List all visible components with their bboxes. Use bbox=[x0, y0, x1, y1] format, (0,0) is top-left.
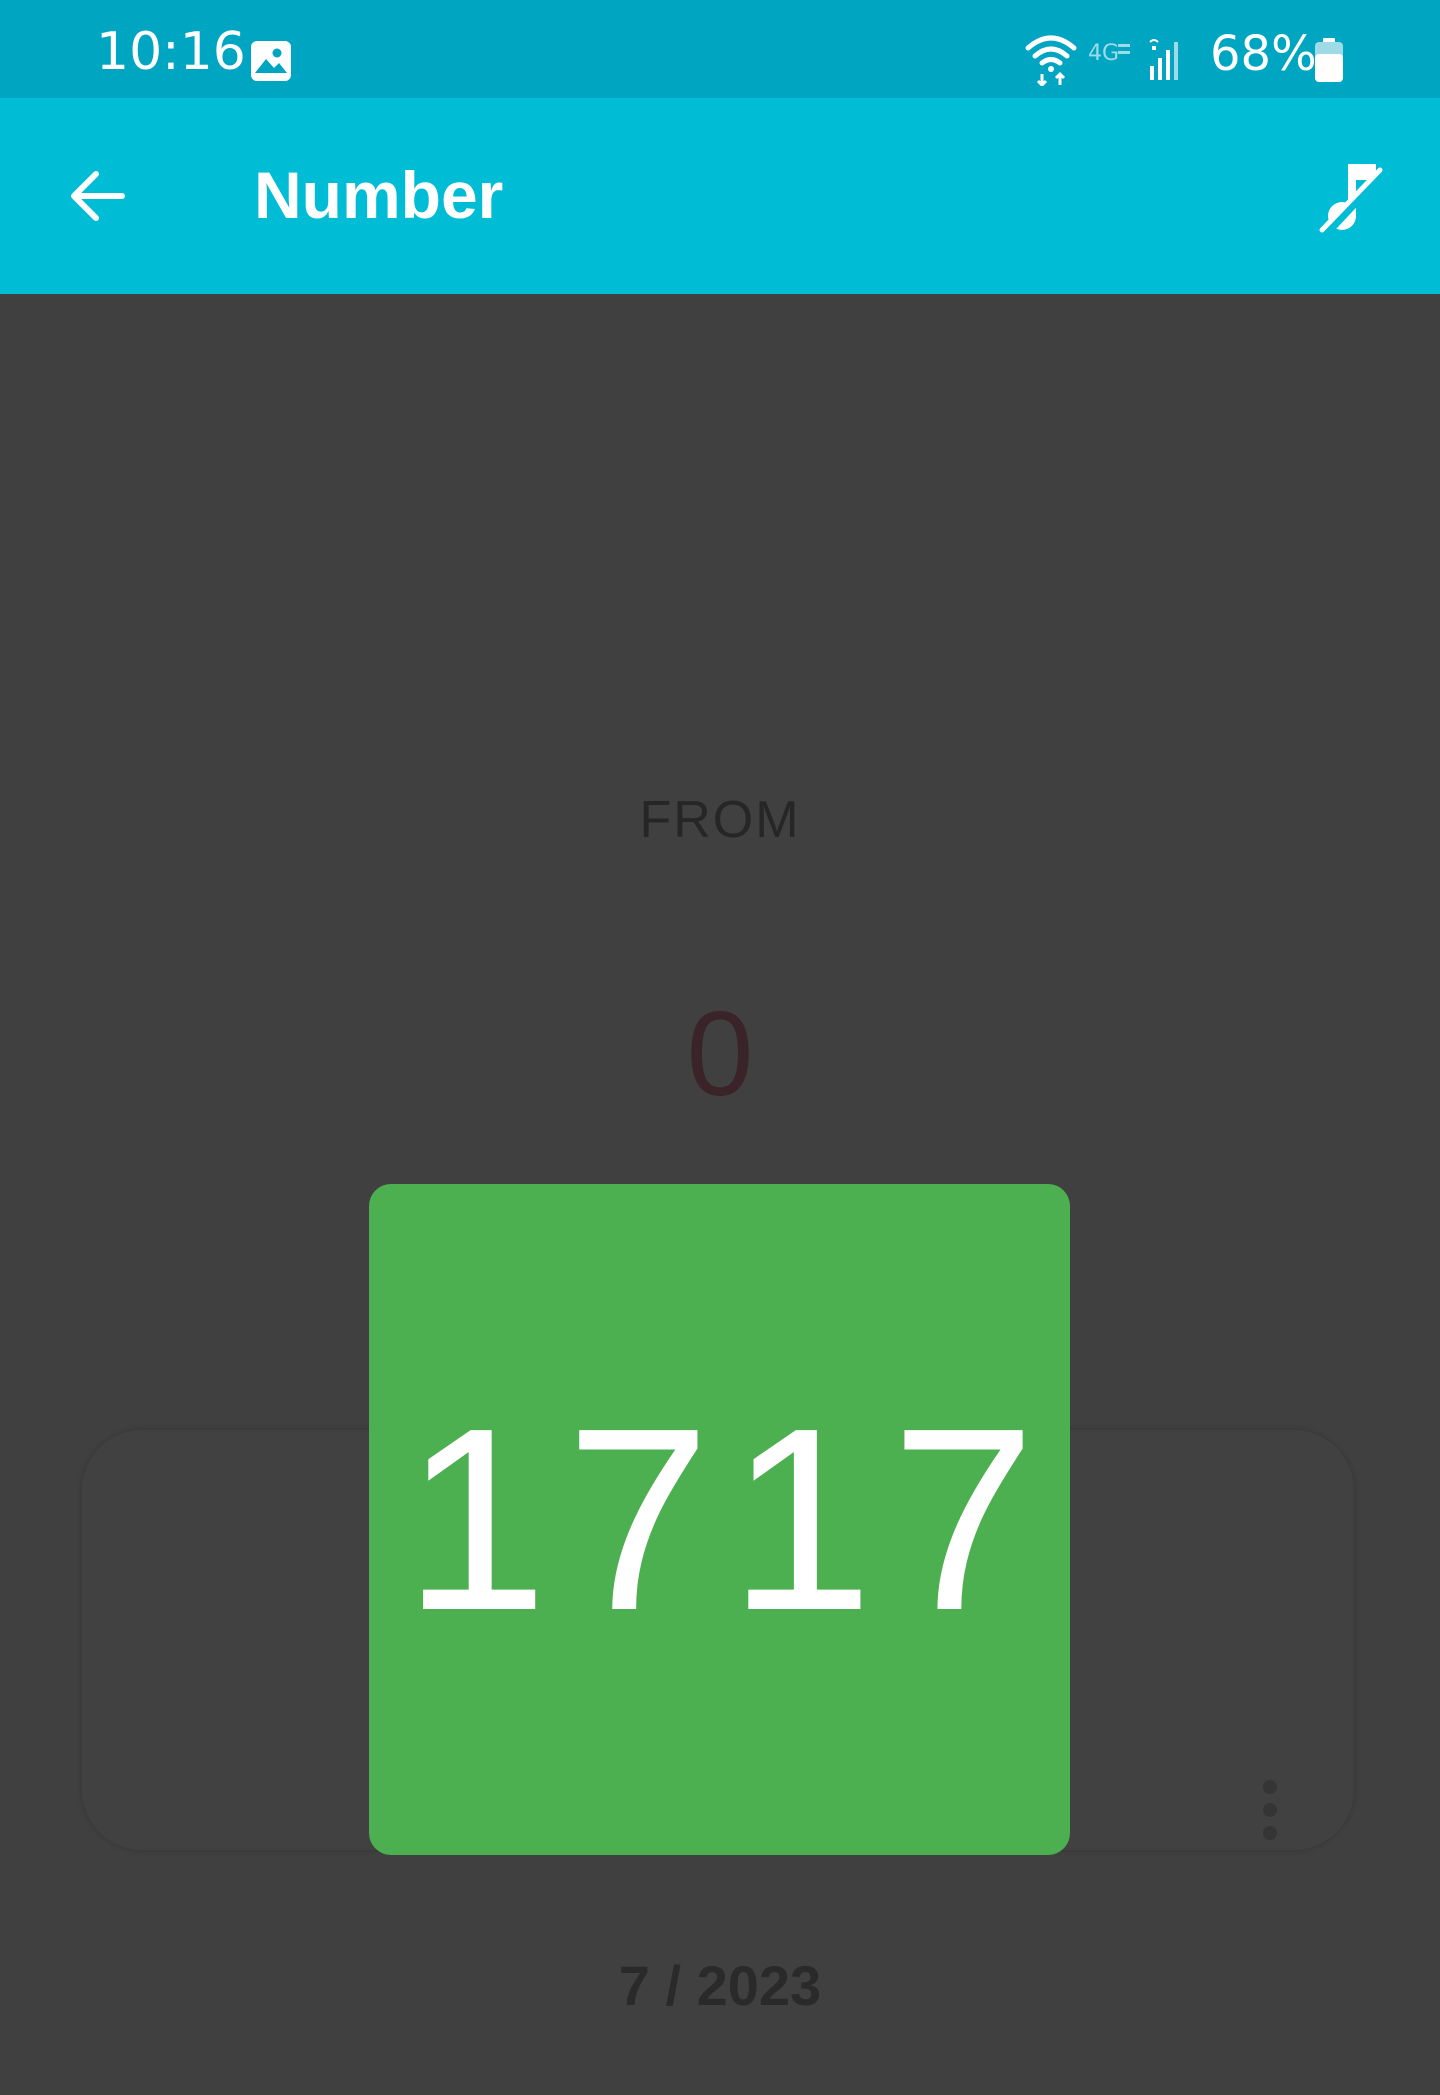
result-box[interactable]: 1717 bbox=[369, 1184, 1070, 1855]
arrow-back-icon[interactable] bbox=[58, 156, 138, 236]
date-label: 7 / 2023 bbox=[618, 1954, 822, 2017]
battery-icon bbox=[1315, 38, 1343, 82]
signal-icon: 4G bbox=[1088, 39, 1178, 80]
from-label: FROM bbox=[639, 791, 801, 849]
wifi-icon bbox=[1025, 35, 1077, 86]
music-off-icon[interactable] bbox=[1312, 158, 1392, 238]
status-bar: 10:16 4G 68% bbox=[0, 0, 1440, 98]
gallery-icon bbox=[251, 41, 291, 81]
app-bar: Number bbox=[0, 98, 1440, 294]
svg-text:4G: 4G bbox=[1088, 41, 1119, 66]
result-value: 1717 bbox=[403, 1374, 1054, 1665]
battery-percent: 68% bbox=[1210, 26, 1317, 82]
page-title: Number bbox=[254, 158, 504, 232]
more-vert-icon[interactable] bbox=[1250, 1780, 1290, 1850]
from-value: 0 bbox=[686, 987, 754, 1121]
status-time: 10:16 bbox=[96, 22, 246, 82]
